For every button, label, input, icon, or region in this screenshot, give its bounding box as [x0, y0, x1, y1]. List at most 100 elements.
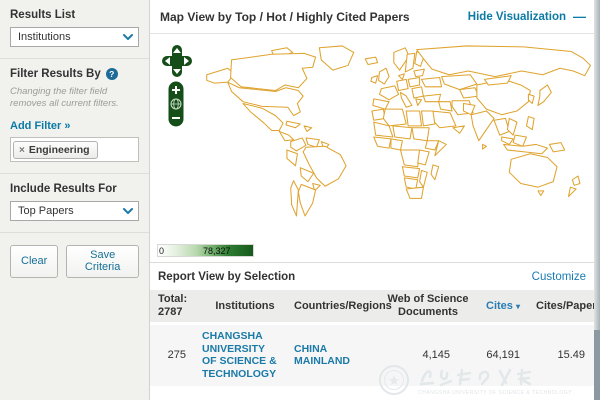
map-pan-control[interactable] [162, 45, 192, 77]
country-saudi-arabia[interactable] [431, 111, 456, 128]
country-west-africa[interactable] [374, 137, 391, 148]
country-india[interactable] [471, 111, 494, 141]
country-united-kingdom[interactable] [379, 68, 390, 84]
country-south-africa[interactable] [406, 187, 423, 198]
country-italy[interactable] [401, 92, 412, 107]
add-filter-link[interactable]: Add Filter » [10, 120, 71, 132]
country-spain[interactable] [373, 99, 389, 109]
sort-descending-icon[interactable]: ▾ [516, 302, 520, 311]
country-angola[interactable] [402, 167, 419, 178]
report-view-header: Report View by Selection Customize [150, 263, 600, 290]
country-chile[interactable] [291, 181, 299, 216]
remove-filter-icon[interactable]: × [19, 145, 25, 156]
country-yemen[interactable] [453, 126, 464, 133]
column-header-cites[interactable]: Cites ▾ [470, 300, 536, 313]
country-new-zealand-north[interactable] [572, 176, 580, 185]
country-central-asia[interactable] [460, 88, 479, 98]
country-balkans[interactable] [412, 87, 423, 98]
country-chad[interactable] [393, 126, 412, 139]
country-iceland[interactable] [365, 57, 377, 64]
institution-link[interactable]: CHANGSHA UNIVERSITY OF SCIENCE & TECHNOL… [196, 330, 294, 380]
collapse-icon[interactable]: — [573, 9, 586, 24]
hide-visualization-link[interactable]: Hide Visualization [468, 11, 566, 23]
country-tasmania[interactable] [538, 191, 544, 196]
zoom-out-icon [172, 117, 180, 119]
include-results-select[interactable]: Top Papers [10, 201, 139, 221]
country-vietnam[interactable] [507, 118, 517, 135]
country-brazil[interactable] [303, 146, 346, 186]
country-cuba[interactable] [286, 121, 300, 128]
country-egypt[interactable] [422, 111, 435, 126]
country-baltics[interactable] [414, 69, 425, 76]
column-header-documents[interactable]: Web of Science Documents [386, 293, 470, 319]
legend-min-value: 0 [159, 246, 164, 256]
country-sweden[interactable] [405, 53, 415, 72]
cites-label: Cites [486, 300, 513, 312]
filter-note: Changing the filter field removes all cu… [10, 86, 139, 111]
country-myanmar-thailand[interactable] [494, 118, 509, 135]
country-canada[interactable] [231, 53, 316, 90]
map-color-legend: 0 78,327 [157, 244, 254, 257]
include-results-label: Include Results For [10, 183, 139, 195]
country-venezuela[interactable] [306, 138, 319, 147]
filter-tag-engineering[interactable]: × Engineering [13, 141, 98, 159]
country-iraq[interactable] [439, 102, 452, 111]
country-greece[interactable] [416, 99, 422, 106]
scrollbar-thumb[interactable] [594, 330, 600, 400]
country-algeria[interactable] [383, 109, 406, 126]
save-criteria-button[interactable]: Save Criteria [66, 245, 139, 278]
country-kazakhstan[interactable] [442, 75, 477, 90]
country-argentina[interactable] [298, 184, 315, 216]
country-new-guinea[interactable] [549, 143, 564, 152]
customize-link[interactable]: Customize [532, 271, 586, 283]
scrollbar-track[interactable] [594, 0, 600, 400]
column-header-institutions[interactable]: Institutions [196, 300, 294, 313]
country-mozambique[interactable] [420, 170, 428, 187]
country-central-america[interactable] [279, 131, 293, 140]
include-results-section: Include Results For Top Papers [0, 174, 149, 233]
country-mongolia[interactable] [485, 76, 512, 85]
country-australia[interactable] [509, 154, 557, 187]
country-germany[interactable] [397, 79, 408, 90]
country-hispaniola[interactable] [304, 126, 312, 132]
results-list-select[interactable]: Institutions [10, 27, 139, 47]
column-header-cites-per-paper[interactable]: Cites/Paper [536, 300, 594, 313]
chevron-down-icon [123, 207, 133, 215]
country-japan[interactable] [538, 85, 551, 105]
country-philippines[interactable] [527, 117, 535, 130]
country-sri-lanka[interactable] [483, 144, 487, 149]
country-madagascar[interactable] [431, 165, 439, 180]
country-ukraine[interactable] [422, 78, 442, 87]
country-korea[interactable] [528, 94, 534, 103]
esi-app: Results List Institutions Filter Results… [0, 0, 600, 400]
country-china[interactable] [477, 79, 530, 114]
calligraphy-watermark-icon [418, 365, 546, 389]
university-watermark: CHANGSHA UNIVERSITY OF SCIENCE & TECHNOL… [378, 363, 572, 397]
country-peru[interactable] [287, 150, 298, 166]
country-namibia[interactable] [404, 178, 417, 189]
country-russia[interactable] [417, 46, 591, 77]
help-icon[interactable]: ? [106, 68, 118, 80]
country-libya[interactable] [406, 111, 421, 126]
country-sudan[interactable] [412, 128, 429, 141]
country-denmark[interactable] [399, 74, 405, 80]
country-borneo[interactable] [513, 135, 526, 146]
country-poland[interactable] [408, 78, 419, 87]
results-list-section: Results List Institutions [0, 0, 149, 59]
country-indonesia[interactable] [504, 144, 548, 153]
country-nigeria[interactable] [391, 139, 402, 150]
country-new-zealand-south[interactable] [569, 187, 577, 196]
map-zoom-control[interactable] [168, 81, 184, 127]
world-choropleth-map[interactable] [180, 45, 600, 229]
clear-button[interactable]: Clear [10, 245, 58, 278]
country-turkey[interactable] [423, 94, 440, 101]
documents-value: 4,145 [386, 349, 470, 362]
country-mexico[interactable] [243, 104, 283, 131]
country-drc[interactable] [401, 150, 420, 167]
column-header-countries[interactable]: Countries/Regions [294, 300, 386, 313]
country-malaysia[interactable] [502, 137, 513, 144]
country-greenland[interactable] [319, 46, 353, 70]
country-france[interactable] [380, 86, 399, 100]
country-kenya[interactable] [418, 150, 429, 165]
country-ireland[interactable] [371, 76, 378, 83]
